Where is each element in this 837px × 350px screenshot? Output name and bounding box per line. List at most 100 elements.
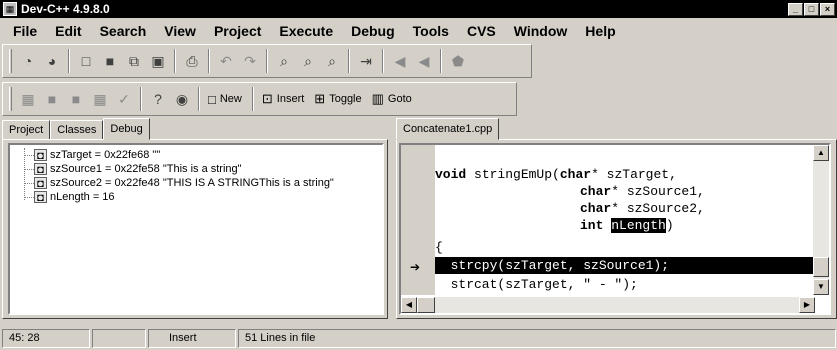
toolbar-separator bbox=[382, 49, 384, 73]
undo-icon[interactable]: ↶ bbox=[214, 49, 238, 73]
app-icon: ▦ bbox=[3, 2, 17, 16]
editor-panel: ➔ void stringEmUp(char* szTarget, char* … bbox=[396, 139, 837, 319]
replace-icon[interactable]: ⌕ bbox=[296, 49, 320, 73]
insert-button[interactable]: ⊡ Insert bbox=[258, 87, 310, 111]
tab-classes[interactable]: Classes bbox=[50, 120, 104, 140]
menu-cvs[interactable]: CVS bbox=[458, 23, 505, 39]
code-line: int nLength) bbox=[580, 218, 674, 233]
rebuild-icon[interactable]: ▦ bbox=[88, 87, 112, 111]
compile-run-icon[interactable]: ■ bbox=[64, 87, 88, 111]
save-icon[interactable]: ■ bbox=[98, 49, 122, 73]
new-label: New bbox=[219, 93, 242, 105]
code-line: char* szSource2, bbox=[580, 201, 705, 216]
redo-icon[interactable]: ↷ bbox=[238, 49, 262, 73]
debug-watch-tree[interactable]: ◘ szTarget = 0x22fe68 "" ◘ szSource1 = 0… bbox=[8, 143, 384, 315]
watch-item[interactable]: ◘ szTarget = 0x22fe68 "" bbox=[14, 148, 378, 162]
window-title: Dev-C++ 4.9.8.0 bbox=[21, 2, 110, 16]
selected-text: nLength bbox=[611, 218, 666, 233]
menu-help[interactable]: Help bbox=[576, 23, 624, 39]
toolbar-separator bbox=[348, 49, 350, 73]
menu-window[interactable]: Window bbox=[505, 23, 577, 39]
variable-icon: ◘ bbox=[34, 163, 47, 176]
toggle-button[interactable]: ⊞ Toggle bbox=[310, 87, 367, 111]
left-tabs: Project Classes Debug bbox=[2, 118, 150, 140]
goto-label: Goto bbox=[387, 93, 412, 105]
menu-view[interactable]: View bbox=[155, 23, 205, 39]
vertical-scrollbar[interactable]: ▲ ▼ bbox=[813, 145, 829, 295]
toolbar-separator bbox=[266, 49, 268, 73]
tab-concatenate1-cpp[interactable]: Concatenate1.cpp bbox=[396, 118, 500, 140]
toolbar-separator bbox=[68, 49, 70, 73]
run-icon[interactable]: ■ bbox=[40, 87, 64, 111]
maximize-button[interactable]: □ bbox=[804, 2, 819, 16]
watch-item[interactable]: ◘ szSource1 = 0x22fe58 "This is a string… bbox=[14, 162, 378, 176]
main-toolbar: ◔ ◕ □ ■ ⧉ ▣ ⎙ ↶ ↷ ⌕ ⌕ ⌕ ⇥ ◀ ◀ ⬟ bbox=[2, 44, 532, 78]
status-empty-cell bbox=[92, 328, 146, 348]
print-icon[interactable]: ⎙ bbox=[180, 49, 204, 73]
horizontal-scroll-thumb[interactable] bbox=[417, 297, 435, 313]
scroll-left-icon[interactable]: ◀ bbox=[401, 297, 417, 313]
back-icon[interactable]: ◀ bbox=[388, 49, 412, 73]
edit-mode: Insert bbox=[148, 328, 236, 348]
scroll-down-icon[interactable]: ▼ bbox=[813, 279, 829, 295]
toolbar-separator bbox=[198, 87, 200, 111]
forward-icon[interactable]: ◀ bbox=[412, 49, 436, 73]
status-bar: 45: 28 Insert 51 Lines in file bbox=[0, 326, 837, 350]
line-count: 51 Lines in file bbox=[238, 328, 836, 348]
find-next-icon[interactable]: ⌕ bbox=[320, 49, 344, 73]
toolbar-separator bbox=[208, 49, 210, 73]
menu-bar: File Edit Search View Project Execute De… bbox=[0, 18, 837, 43]
toolbar-separator bbox=[440, 49, 442, 73]
new-icon: □ bbox=[208, 91, 216, 107]
title-bar: ▦ Dev-C++ 4.9.8.0 _ □ × bbox=[0, 0, 837, 18]
menu-debug[interactable]: Debug bbox=[342, 23, 404, 39]
editor-tabs: Concatenate1.cpp bbox=[396, 118, 500, 140]
minimize-button[interactable]: _ bbox=[788, 2, 803, 16]
code-line: void stringEmUp(char* szTarget, bbox=[435, 167, 677, 182]
goto-button[interactable]: ▥ Goto bbox=[368, 87, 418, 111]
check-icon[interactable]: ✓ bbox=[112, 87, 136, 111]
toolbar-grip[interactable] bbox=[9, 87, 12, 111]
goto-icon: ▥ bbox=[371, 91, 384, 106]
new-button[interactable]: □ New bbox=[204, 87, 248, 111]
insert-label: Insert bbox=[276, 93, 305, 105]
new-file-icon[interactable]: □ bbox=[74, 49, 98, 73]
variable-icon: ◘ bbox=[34, 177, 47, 190]
menu-tools[interactable]: Tools bbox=[404, 23, 458, 39]
toolbar-grip[interactable] bbox=[9, 49, 12, 73]
execution-point-icon: ➔ bbox=[410, 260, 421, 274]
help-icon[interactable]: ? bbox=[146, 87, 170, 111]
menu-search[interactable]: Search bbox=[91, 23, 156, 39]
tab-project[interactable]: Project bbox=[2, 120, 51, 140]
cursor-position: 45: 28 bbox=[2, 328, 90, 348]
insert-icon: ⊡ bbox=[261, 91, 273, 106]
close-file-icon[interactable]: ▣ bbox=[146, 49, 170, 73]
watch-item[interactable]: ◘ nLength = 16 bbox=[14, 190, 378, 204]
goto-line-icon[interactable]: ⇥ bbox=[354, 49, 378, 73]
open-project-icon[interactable]: ◔ bbox=[16, 49, 40, 73]
close-button[interactable]: × bbox=[820, 2, 835, 16]
tab-debug[interactable]: Debug bbox=[103, 118, 150, 140]
watch-item[interactable]: ◘ szSource2 = 0x22fe48 "THIS IS A STRING… bbox=[14, 176, 378, 190]
code-area[interactable]: void stringEmUp(char* szTarget, char* sz… bbox=[435, 145, 815, 295]
menu-edit[interactable]: Edit bbox=[46, 23, 90, 39]
menu-file[interactable]: File bbox=[4, 23, 46, 39]
scroll-up-icon[interactable]: ▲ bbox=[813, 145, 829, 161]
editor-gutter[interactable]: ➔ bbox=[401, 145, 435, 295]
toolbar-separator bbox=[174, 49, 176, 73]
scroll-right-icon[interactable]: ▶ bbox=[799, 297, 815, 313]
about-icon[interactable]: ◉ bbox=[170, 87, 194, 111]
menu-project[interactable]: Project bbox=[205, 23, 270, 39]
horizontal-scrollbar[interactable]: ◀ ▶ bbox=[401, 297, 815, 313]
close-project-icon[interactable]: ◕ bbox=[40, 49, 64, 73]
find-icon[interactable]: ⌕ bbox=[272, 49, 296, 73]
menu-execute[interactable]: Execute bbox=[270, 23, 342, 39]
code-editor[interactable]: ➔ void stringEmUp(char* szTarget, char* … bbox=[399, 143, 831, 315]
stop-icon[interactable]: ⬟ bbox=[446, 49, 470, 73]
debug-panel: ◘ szTarget = 0x22fe68 "" ◘ szSource1 = 0… bbox=[2, 139, 388, 319]
vertical-scroll-thumb[interactable] bbox=[813, 257, 829, 277]
secondary-toolbar: ▦ ■ ■ ▦ ✓ ? ◉ □ New ⊡ Insert ⊞ Toggle ▥ … bbox=[2, 82, 517, 116]
save-all-icon[interactable]: ⧉ bbox=[122, 49, 146, 73]
compile-icon[interactable]: ▦ bbox=[16, 87, 40, 111]
code-line: strcat(szTarget, " - "); bbox=[435, 277, 638, 292]
